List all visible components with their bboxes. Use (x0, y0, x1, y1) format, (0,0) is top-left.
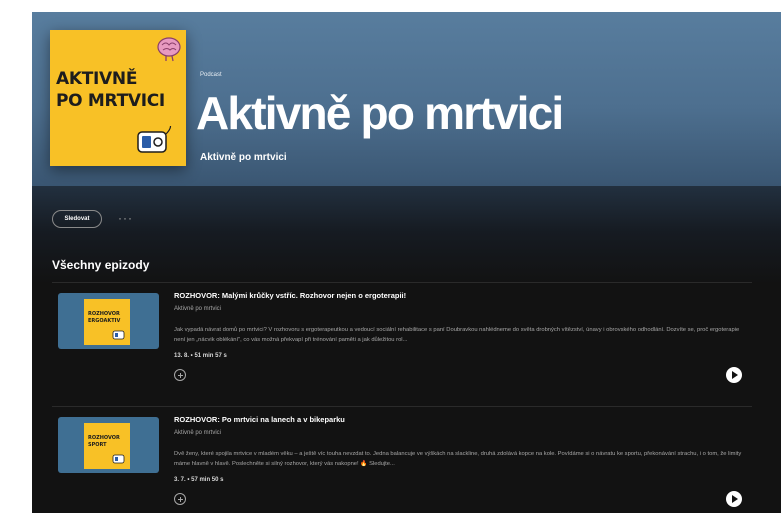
episode-row[interactable]: ROZHOVOR SPORT ROZHOVOR: Po mrtvici na l… (32, 407, 781, 513)
episode-title[interactable]: ROZHOVOR: Po mrtvici na lanech a v bikep… (174, 415, 345, 424)
episode-thumbnail: ROZHOVOR SPORT (58, 417, 159, 473)
device-icon (137, 126, 172, 153)
episode-thumbnail: ROZHOVOR ERGOAKTIV (58, 293, 159, 349)
episode-show[interactable]: Aktivně po mrtvici (174, 306, 221, 312)
cover-line: AKTIVNĚ (56, 69, 138, 89)
device-icon (112, 454, 125, 464)
podcast-type-label: Podcast (200, 72, 222, 78)
thumbnail-label: ROZHOVOR ERGOAKTIV (88, 311, 128, 325)
podcast-title: Aktivně po mrtvici (196, 87, 564, 139)
podcast-header: AKTIVNĚ PO MRTVICI Podcast Aktivně po mr… (32, 12, 781, 186)
episode-show[interactable]: Aktivně po mrtvici (174, 430, 221, 436)
thumbnail-line: ERGOAKTIV (88, 318, 121, 324)
episode-cover: ROZHOVOR ERGOAKTIV (84, 299, 130, 345)
episode-cover: ROZHOVOR SPORT (84, 423, 130, 469)
episode-meta: 3. 7. • 57 min 50 s (174, 477, 224, 483)
follow-button[interactable]: Sledovat (52, 210, 102, 228)
podcast-cover: AKTIVNĚ PO MRTVICI (50, 30, 186, 166)
thumbnail-label: ROZHOVOR SPORT (88, 435, 128, 449)
add-icon[interactable] (174, 369, 186, 381)
podcast-author[interactable]: Aktivně po mrtvici (200, 152, 287, 163)
cover-title: AKTIVNĚ PO MRTVICI (56, 68, 180, 112)
thumbnail-line: ROZHOVOR (88, 311, 120, 317)
episode-row[interactable]: ROZHOVOR ERGOAKTIV ROZHOVOR: Malými krůč… (32, 283, 781, 403)
more-icon[interactable]: ··· (118, 212, 133, 224)
podcast-content: Sledovat ··· Všechny epizody ROZHOVOR ER… (32, 186, 781, 513)
thumbnail-line: SPORT (88, 442, 107, 448)
section-title: Všechny epizody (52, 258, 150, 272)
thumbnail-line: ROZHOVOR (88, 435, 120, 441)
cover-line: PO MRTVICI (56, 91, 165, 111)
podcast-page: AKTIVNĚ PO MRTVICI Podcast Aktivně po mr… (32, 12, 781, 513)
episode-title[interactable]: ROZHOVOR: Malými krůčky vstříc. Rozhovor… (174, 291, 406, 300)
add-icon[interactable] (174, 493, 186, 505)
episode-meta: 13. 8. • 51 min 57 s (174, 353, 227, 359)
play-icon[interactable] (726, 491, 742, 507)
play-icon[interactable] (726, 367, 742, 383)
device-icon (112, 330, 125, 340)
brain-icon (157, 37, 181, 62)
episode-description: Dvě ženy, které spojila mrtvice v mladém… (174, 451, 742, 467)
episode-description: Jak vypadá návrat domů po mrtvici? V roz… (174, 327, 740, 343)
